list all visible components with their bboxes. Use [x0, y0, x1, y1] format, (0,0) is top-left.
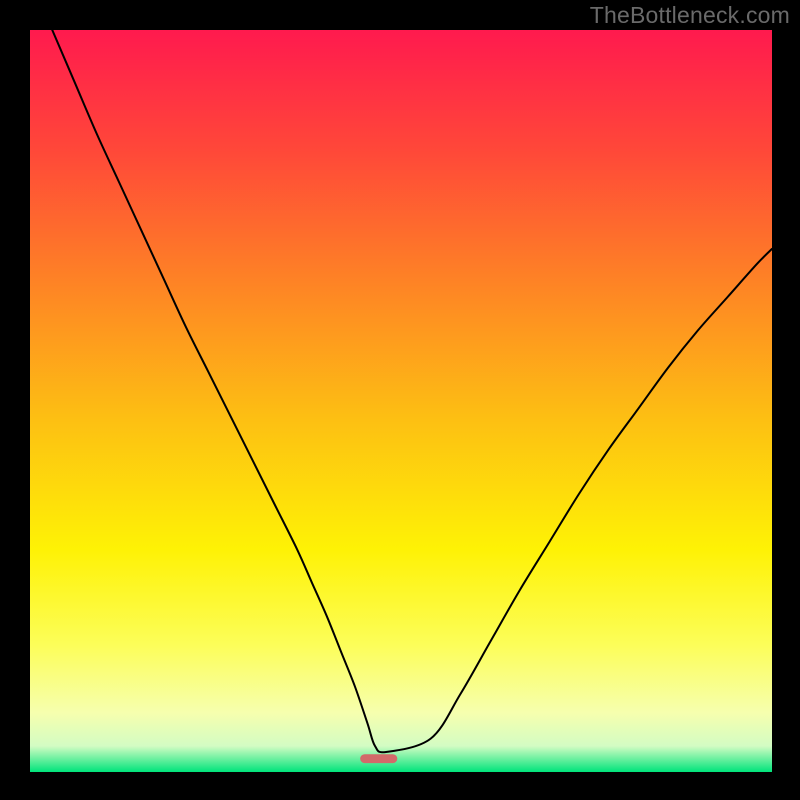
floor-marker [360, 754, 397, 763]
plot-background [30, 30, 772, 772]
chart-frame: TheBottleneck.com [0, 0, 800, 800]
bottleneck-plot [30, 30, 772, 772]
watermark-text: TheBottleneck.com [590, 2, 790, 29]
